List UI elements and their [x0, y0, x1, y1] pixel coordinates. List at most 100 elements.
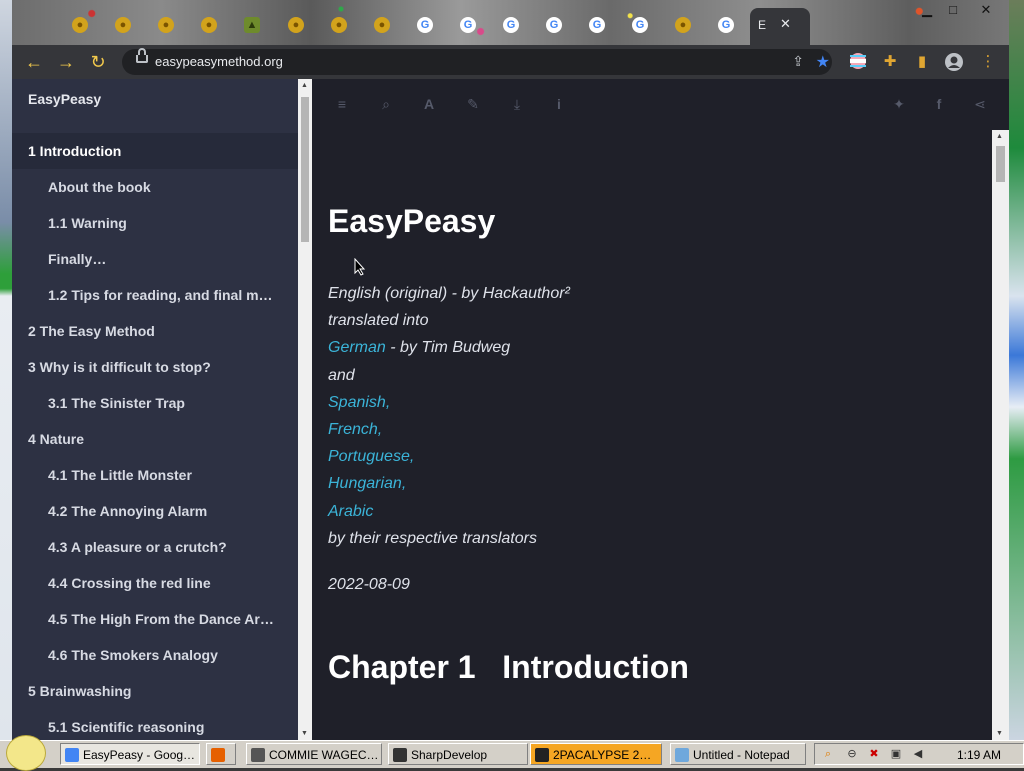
edit-icon[interactable]: ✎ [464, 95, 482, 113]
google-tab-favicon-icon[interactable]: G [589, 17, 605, 33]
scroll-down-icon[interactable]: ▼ [301, 730, 308, 737]
search-icon[interactable]: ⌕ [377, 95, 395, 113]
clock[interactable]: 1:19 AM [957, 748, 1001, 762]
start-button[interactable] [6, 735, 46, 771]
sidebar-item[interactable]: 2 The Easy Method [12, 313, 298, 349]
spanish-link[interactable]: Spanish [328, 394, 386, 411]
browser-window: E ✕ ▁ □ ✕ ● ● ● ● ▲ ● ● ● G G G G G G ● G ← → ↻ easypea… [12, 0, 1009, 740]
sidebar-title[interactable]: EasyPeasy [28, 91, 101, 107]
facebook-icon[interactable]: f [930, 95, 948, 113]
tab-favicon-icon[interactable]: ● [72, 17, 88, 33]
close-icon[interactable]: ✕ [974, 2, 998, 18]
sidebar-item[interactable]: 4.6 The Smokers Analogy [12, 637, 298, 673]
network-icon[interactable]: ⊖ [845, 747, 859, 761]
mouse-cursor-icon [354, 258, 366, 276]
maximize-icon[interactable]: □ [941, 2, 965, 18]
sidebar-item[interactable]: 4 Nature [12, 421, 298, 457]
sidebar-item[interactable]: About the book [12, 169, 298, 205]
app-icon [393, 748, 407, 762]
display-icon[interactable]: ▣ [889, 747, 903, 761]
tab-favicon-icon[interactable]: ● [115, 17, 131, 33]
scroll-down-icon[interactable]: ▼ [996, 730, 1003, 737]
google-tab-favicon-icon[interactable]: G [718, 17, 734, 33]
minimize-icon[interactable]: ▁ [915, 2, 939, 18]
search-icon[interactable]: ⌕ [821, 747, 835, 761]
sidebar-item[interactable]: 4.1 The Little Monster [12, 457, 298, 493]
language-line: French, [328, 421, 383, 439]
translators-note: by their respective translators [328, 529, 537, 547]
taskbar-button[interactable]: COMMIE WAGEC… [246, 743, 382, 765]
hungarian-link[interactable]: Hungarian [328, 475, 402, 492]
sidebar-item[interactable]: 1.2 Tips for reading, and final m… [12, 277, 298, 313]
twitter-icon[interactable]: ✦ [890, 95, 908, 113]
scroll-up-icon[interactable]: ▲ [301, 82, 308, 89]
taskbar-button[interactable]: Untitled - Notepad [670, 743, 806, 765]
taskbar-button[interactable]: EasyPeasy - Goog… [60, 743, 200, 765]
account-avatar-icon[interactable] [944, 52, 964, 72]
tab-favicon-icon[interactable]: ● [201, 17, 217, 33]
share-icon[interactable]: ⋖ [971, 95, 989, 113]
sidebar-item[interactable]: 5 Brainwashing [12, 673, 298, 709]
lock-icon[interactable] [136, 48, 148, 63]
french-link[interactable]: French [328, 421, 378, 438]
sidebar-item[interactable]: 5.1 Scientific reasoning [12, 709, 298, 740]
reload-icon[interactable]: ↻ [87, 51, 109, 73]
sidebar-item[interactable]: 1.1 Warning [12, 205, 298, 241]
arabic-link[interactable]: Arabic [328, 503, 373, 520]
tab-favicon-icon[interactable]: ● [374, 17, 390, 33]
google-tab-favicon-icon[interactable]: G [503, 17, 519, 33]
sidebar-scroll-thumb[interactable] [301, 97, 309, 242]
tab-close-icon[interactable]: ✕ [780, 16, 791, 32]
sidebar-item[interactable]: 3 Why is it difficult to stop? [12, 349, 298, 385]
sidebar-item[interactable]: 1 Introduction [12, 133, 298, 169]
sidebar-item[interactable]: Finally… [12, 241, 298, 277]
sidebar-item[interactable]: 3.1 The Sinister Trap [12, 385, 298, 421]
google-tab-favicon-icon[interactable]: G [632, 17, 648, 33]
tab-favicon-icon[interactable]: ● [288, 17, 304, 33]
google-tab-favicon-icon[interactable]: G [460, 17, 476, 33]
app-icon [675, 748, 689, 762]
menu-kebab-icon[interactable]: ⋮ [978, 52, 998, 72]
url-text: easypeasymethod.org [155, 54, 283, 69]
tab-favicon-icon[interactable]: ● [675, 17, 691, 33]
sidebar-item[interactable]: 4.3 A pleasure or a crutch? [12, 529, 298, 565]
translated-into: translated into [328, 312, 429, 330]
extensions-puzzle-icon[interactable]: ✚ [880, 52, 900, 72]
font-icon[interactable]: A [420, 95, 438, 113]
forward-icon[interactable]: → [55, 51, 77, 73]
language-line: Portuguese, [328, 448, 415, 466]
content-scrollbar[interactable]: ▲ ▼ [992, 130, 1009, 740]
volume-icon[interactable]: ◀ [911, 747, 925, 761]
address-bar[interactable]: easypeasymethod.org ⇪ ★ [122, 48, 832, 75]
menu-icon[interactable]: ≡ [333, 95, 351, 113]
scroll-up-icon[interactable]: ▲ [996, 133, 1003, 140]
taskbar-button[interactable]: SharpDevelop [388, 743, 528, 765]
download-icon[interactable]: ⤓ [508, 95, 526, 113]
share-page-icon[interactable]: ⇪ [792, 53, 804, 70]
content-scroll-thumb[interactable] [996, 146, 1005, 182]
tab-easypeasy-active[interactable]: E ✕ [750, 8, 810, 45]
info-icon[interactable]: i [550, 95, 568, 113]
sidebar-item[interactable]: 4.2 The Annoying Alarm [12, 493, 298, 529]
tab-favicon-icon[interactable]: ● [331, 17, 347, 33]
portuguese-link[interactable]: Portuguese [328, 448, 410, 465]
taskbar-button-label: EasyPeasy - Goog… [83, 748, 196, 762]
side-panel-icon[interactable]: ▮ [912, 52, 932, 72]
german-link[interactable]: German [328, 339, 386, 356]
taskbar: EasyPeasy - Goog… COMMIE WAGEC… SharpDevel… [0, 735, 1024, 771]
google-tab-favicon-icon[interactable]: G [546, 17, 562, 33]
taskbar-button[interactable]: 2PACALYPSE 2… [530, 743, 662, 765]
sidebar-item[interactable]: 4.4 Crossing the red line [12, 565, 298, 601]
google-tab-favicon-icon[interactable]: G [417, 17, 433, 33]
security-alert-icon[interactable]: ✖ [867, 747, 881, 761]
sidebar-scrollbar[interactable]: ▲ ▼ [298, 79, 312, 740]
profile-flag-icon[interactable] [848, 52, 868, 72]
tab-favicon-icon[interactable]: ● [158, 17, 174, 33]
sidebar-item[interactable]: 4.5 The High From the Dance Ar… [12, 601, 298, 637]
bookmark-star-icon[interactable]: ★ [816, 52, 830, 72]
app-icon [535, 748, 549, 762]
back-icon[interactable]: ← [23, 51, 45, 73]
tab-label: E [758, 18, 767, 32]
taskbar-button[interactable] [206, 743, 236, 765]
tab-favicon-icon[interactable]: ▲ [244, 17, 260, 33]
